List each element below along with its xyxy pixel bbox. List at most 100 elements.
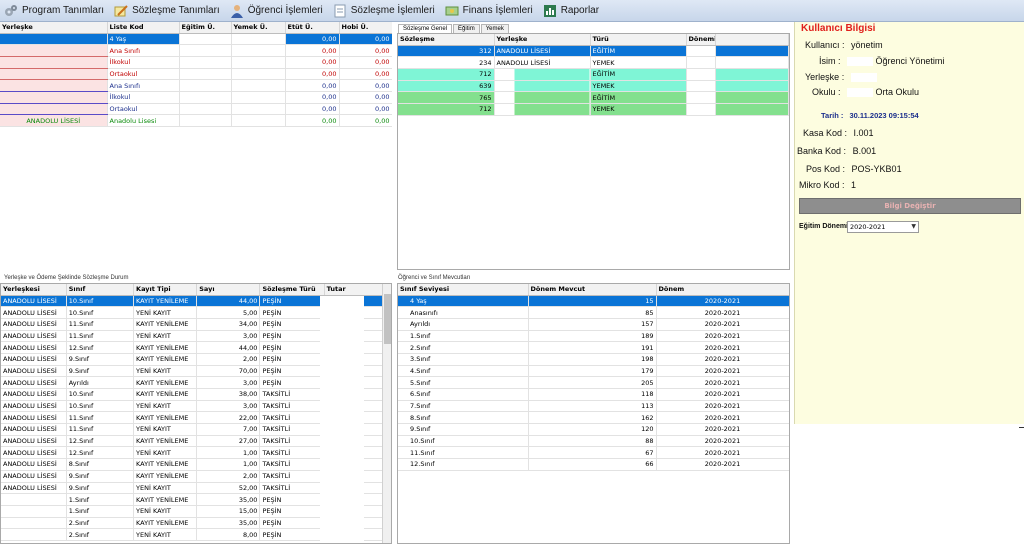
class-mevcut-cell: 191 — [528, 341, 657, 354]
tab-egitim[interactable]: Eğitim — [453, 24, 480, 33]
contract-row[interactable]: 312 ANADOLU LİSESİ EĞİTİM — [398, 45, 789, 58]
payment-sayi-cell: 8,00 — [196, 528, 261, 541]
class-row[interactable]: 4.Sınıf 179 2020-2021 — [398, 365, 789, 378]
contract-row[interactable]: 712 EĞİTİM — [398, 68, 789, 81]
payment-grid[interactable]: Yerleşkesi Sınıf Kayıt Tipi Sayı Sözleşm… — [0, 283, 392, 544]
class-row[interactable]: 1.Sınıf 189 2020-2021 — [398, 330, 789, 343]
class-donem-cell: 2020-2021 — [656, 411, 789, 425]
fee-row[interactable]: ANADOLU LİSESİ Anadolu Lisesi 0,00 0,00 — [0, 114, 392, 127]
class-row[interactable]: 8.Sınıf 162 2020-2021 — [398, 411, 789, 425]
fee-row[interactable]: Ortaokul 0,00 0,00 — [0, 68, 392, 81]
class-mevcut-cell: 179 — [528, 365, 657, 378]
fee-row[interactable]: İlkokul 0,00 0,00 — [0, 91, 392, 104]
contract-grid[interactable]: Sözleşme Yerleşke Türü Dönemi 312 ANADOLU… — [397, 33, 790, 270]
contract-grid-header: Sözleşme Yerleşke Türü Dönemi — [398, 34, 789, 46]
class-row[interactable]: Anasınıfı 85 2020-2021 — [398, 306, 789, 319]
class-mevcut-cell: 189 — [528, 330, 657, 343]
class-section-label: Öğrenci ve Sınıf Mevcutları — [398, 275, 471, 281]
mikro-value: 1 — [851, 180, 857, 190]
tab-sozlesme-genel[interactable]: Sözleşme Genel — [398, 24, 453, 33]
menu-finans-islemleri[interactable]: Finans İşlemleri — [441, 0, 539, 22]
col-header[interactable]: Sözleşme Türü — [259, 284, 325, 296]
class-mevcut-cell: 113 — [528, 400, 657, 413]
class-seviye-cell: 2.Sınıf — [398, 341, 529, 354]
class-donem-cell: 2020-2021 — [656, 376, 789, 389]
col-header[interactable]: Kayıt Tipi — [133, 284, 198, 296]
banka-value: B.001 — [852, 146, 877, 156]
class-donem-cell: 2020-2021 — [656, 400, 789, 413]
class-row[interactable]: Ayrıldı 157 2020-2021 — [398, 318, 789, 331]
menu-sozlesme-tanimlari[interactable]: Sözleşme Tanımları — [110, 0, 226, 22]
pos-value: POS-YKB01 — [851, 164, 902, 174]
col-header[interactable]: Türü — [590, 34, 687, 46]
fee-row[interactable]: Ana Sınıfı 0,00 0,00 — [0, 44, 392, 57]
egitim-donemi-select[interactable]: 2020-2021 ▼ — [847, 221, 919, 233]
col-header[interactable]: Sınıf Seviyesi — [398, 284, 529, 296]
fee-grid[interactable]: Yerleşke Liste Kod Eğitim Ü. Yemek Ü. Et… — [0, 22, 392, 274]
col-header[interactable]: Yerleşke — [0, 22, 108, 34]
class-row[interactable]: 10.Sınıf 88 2020-2021 — [398, 435, 789, 448]
class-row[interactable]: 9.Sınıf 120 2020-2021 — [398, 423, 789, 436]
col-header[interactable]: Yerleşke — [494, 34, 591, 46]
contract-row[interactable]: 712 YEMEK — [398, 103, 789, 116]
class-row[interactable]: 11.Sınıf 67 2020-2021 — [398, 446, 789, 460]
contract-filler-cell — [715, 45, 789, 58]
scrollbar-thumb[interactable] — [384, 294, 391, 344]
col-header[interactable]: Sınıf — [66, 284, 135, 296]
col-header[interactable]: Sözleşme — [398, 34, 495, 46]
class-donem-cell: 2020-2021 — [656, 306, 789, 319]
payment-sinif-cell: 2.Sınıf — [66, 528, 135, 541]
class-row[interactable]: 12.Sınıf 66 2020-2021 — [398, 458, 789, 471]
menu-sozlesme-islemleri[interactable]: Sözleşme İşlemleri — [329, 0, 441, 22]
isim-value: Öğrenci Yönetimi — [875, 56, 945, 66]
class-row[interactable]: 6.Sınıf 118 2020-2021 — [398, 388, 789, 401]
contract-row[interactable]: 234 ANADOLU LİSESİ YEMEK — [398, 56, 789, 69]
bilgi-degistir-button[interactable]: Bilgi Değiştir — [799, 198, 1021, 214]
user-info-title: Kullanıcı Bilgisi — [801, 23, 876, 34]
col-header[interactable]: Yerleşkesi — [1, 284, 67, 296]
contract-row[interactable]: 639 YEMEK — [398, 80, 789, 93]
class-row[interactable]: 2.Sınıf 191 2020-2021 — [398, 341, 789, 354]
col-header[interactable]: Yemek Ü. — [231, 22, 286, 34]
fee-row[interactable]: İlkokul 0,00 0,00 — [0, 56, 392, 69]
payment-sinif-cell: 11.Sınıf — [66, 411, 135, 425]
col-header[interactable]: Dönem Mevcut — [528, 284, 657, 296]
fee-egitim-cell — [179, 33, 232, 46]
fee-hobi-cell: 0,00 — [339, 79, 392, 92]
contract-yerleske-cell — [494, 68, 591, 81]
col-header[interactable]: Liste Kod — [107, 22, 180, 34]
fee-hobi-cell: 0,00 — [339, 91, 392, 104]
tab-yemek[interactable]: Yemek — [480, 24, 509, 33]
payment-yerleske-cell: ANADOLU LİSESİ — [1, 435, 67, 448]
payment-tur-cell: PEŞİN — [259, 341, 325, 354]
class-row[interactable]: 7.Sınıf 113 2020-2021 — [398, 400, 789, 413]
fee-row[interactable]: 4 Yaş 0,00 0,00 — [0, 33, 392, 46]
payment-scrollbar[interactable] — [382, 284, 391, 543]
class-row[interactable]: 3.Sınıf 198 2020-2021 — [398, 353, 789, 366]
menu-program-tanimlari[interactable]: Program Tanımları — [0, 0, 110, 22]
menu-ogrenci-islemleri[interactable]: Öğrenci İşlemleri — [226, 0, 329, 22]
fee-row[interactable]: Ortaokul 0,00 0,00 — [0, 103, 392, 116]
payment-sinif-cell: 8.Sınıf — [66, 458, 135, 471]
col-header[interactable]: Dönemi — [686, 34, 716, 46]
payment-tur-cell: TAKSİTLİ — [259, 400, 325, 413]
yerleske-row: Yerleşke : — [805, 72, 877, 83]
payment-yerleske-cell: ANADOLU LİSESİ — [1, 318, 67, 331]
col-header[interactable]: Eğitim Ü. — [179, 22, 232, 34]
class-grid[interactable]: Sınıf Seviyesi Dönem Mevcut Dönem 4 Yaş 1… — [397, 283, 790, 544]
class-seviye-cell: 11.Sınıf — [398, 446, 529, 460]
col-header[interactable]: Etüt Ü. — [285, 22, 340, 34]
col-header[interactable]: Dönem — [656, 284, 789, 296]
class-row[interactable]: 4 Yaş 15 2020-2021 — [398, 295, 789, 308]
class-row[interactable]: 5.Sınıf 205 2020-2021 — [398, 376, 789, 389]
menu-raporlar[interactable]: Raporlar — [539, 0, 605, 22]
document-icon — [333, 4, 347, 18]
fee-row[interactable]: Ana Sınıfı 0,00 0,00 — [0, 79, 392, 92]
payment-tip-cell: KAYIT YENİLEME — [133, 435, 198, 448]
payment-sinif-cell: 1.Sınıf — [66, 505, 135, 518]
contract-row[interactable]: 765 EĞİTİM — [398, 91, 789, 104]
contract-no-cell: 765 — [398, 91, 495, 104]
col-header[interactable]: Tutar — [324, 284, 391, 296]
col-header[interactable]: Hobi Ü. — [339, 22, 392, 34]
col-header[interactable]: Sayı — [196, 284, 261, 296]
